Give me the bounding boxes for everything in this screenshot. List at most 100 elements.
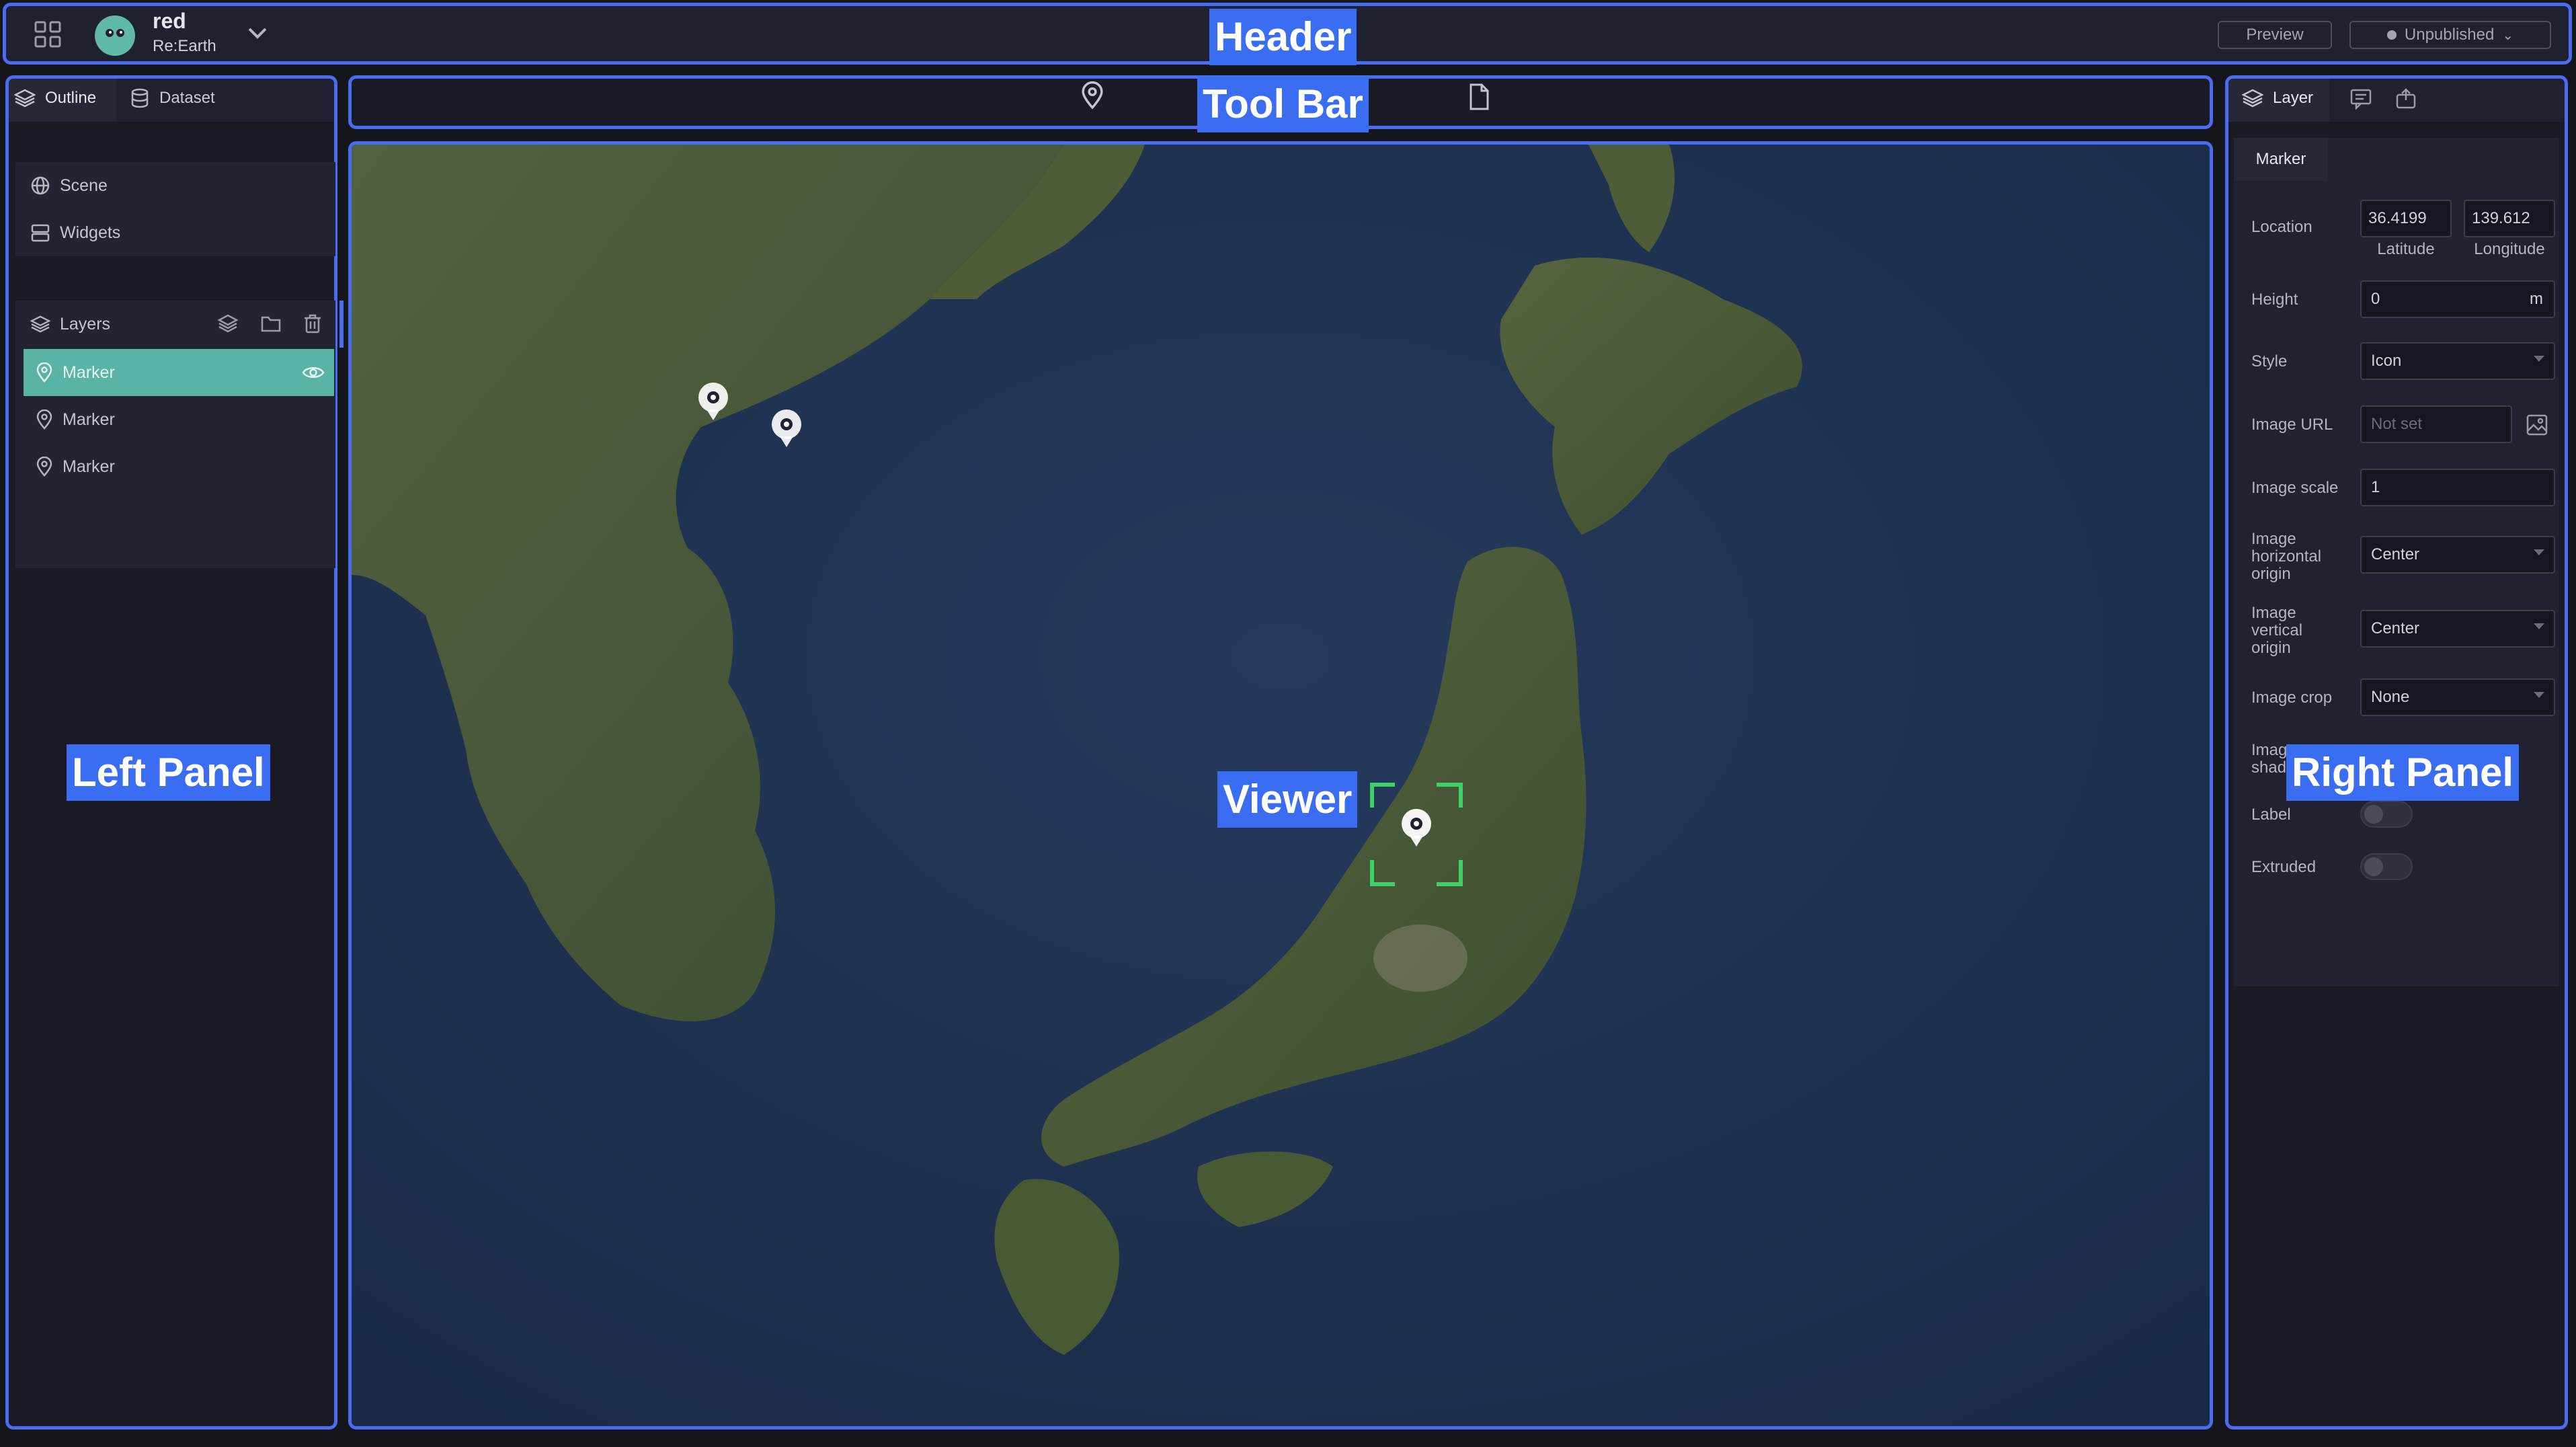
preview-button[interactable]: Preview — [2218, 21, 2332, 49]
map-pin-icon[interactable] — [1080, 81, 1104, 110]
latitude-label: Latitude — [2377, 240, 2435, 258]
outline-item-label: Scene — [60, 175, 108, 195]
globe-icon — [30, 175, 50, 196]
publish-status-button[interactable]: Unpublished ⌄ — [2349, 21, 2551, 49]
height-unit: m — [2530, 290, 2543, 308]
map-pin-icon — [36, 457, 53, 477]
layer-item-label: Marker — [63, 457, 115, 476]
image-crop-select[interactable]: None — [2360, 678, 2555, 716]
widgets-icon — [30, 223, 50, 243]
image-horizontal-origin-label: Image horizontal origin — [2251, 531, 2321, 583]
label-line: Imag — [2251, 741, 2288, 759]
header: red Re:Earth Header Preview Unpublished … — [3, 3, 2572, 65]
tool-bar: Tool Bar — [348, 75, 2213, 132]
left-panel-annotation: Left Panel — [67, 744, 270, 801]
label-line: shad — [2251, 758, 2287, 777]
caret-down-icon — [2534, 356, 2544, 362]
tab-outline-label: Outline — [45, 89, 97, 107]
trash-icon[interactable] — [302, 313, 323, 334]
select-value: Center — [2371, 545, 2420, 563]
urban-area — [1373, 925, 1467, 992]
outline-item-widgets[interactable]: Widgets — [15, 209, 335, 256]
add-folder-icon[interactable] — [260, 313, 282, 334]
app-menu-icon[interactable] — [33, 19, 63, 49]
publish-status-label: Unpublished — [2404, 26, 2495, 44]
layer-item-marker[interactable]: Marker — [24, 443, 334, 490]
image-url-input[interactable]: Not set — [2360, 405, 2512, 443]
extruded-toggle-label: Extruded — [2251, 858, 2317, 876]
project-name: red — [153, 9, 186, 33]
label-line: horizontal — [2251, 547, 2322, 565]
image-shadow-label: Imag shad — [2251, 742, 2287, 777]
eye-icon[interactable] — [302, 364, 325, 381]
chevron-down-icon: ⌄ — [2502, 28, 2514, 43]
style-label: Style — [2251, 352, 2288, 370]
image-crop-label: Image crop — [2251, 689, 2333, 707]
layer-item-label: Marker — [63, 409, 115, 429]
image-horizontal-origin-select[interactable]: Center — [2360, 536, 2555, 574]
caret-down-icon — [2534, 692, 2544, 698]
avatar[interactable] — [93, 14, 136, 57]
tab-dataset-label: Dataset — [159, 89, 215, 107]
latitude-input[interactable]: 36.4199 — [2360, 200, 2452, 237]
layers-icon — [2242, 88, 2263, 108]
label-line: origin — [2251, 639, 2291, 657]
longitude-input[interactable]: 139.612 — [2464, 200, 2555, 237]
label-toggle[interactable] — [2360, 801, 2413, 828]
add-layer-icon[interactable] — [217, 313, 239, 334]
tab-layer-label: Layer — [2273, 89, 2314, 107]
select-value: None — [2371, 688, 2410, 706]
workspace-name: Re:Earth — [153, 37, 216, 55]
layers-icon — [30, 315, 50, 334]
layer-item-marker-selected[interactable]: Marker — [24, 349, 334, 396]
longitude-label: Longitude — [2474, 240, 2545, 258]
layers-header: Layers — [15, 301, 335, 348]
right-panel-annotation: Right Panel — [2286, 744, 2520, 801]
height-value: 0 — [2371, 290, 2380, 308]
label-line: Image — [2251, 530, 2296, 548]
right-panel: Layer Marker Location 36.4199 139.612 La… — [2225, 75, 2568, 1430]
layer-item-label: Marker — [63, 362, 115, 382]
label-line: origin — [2251, 565, 2291, 583]
height-input[interactable]: 0 m — [2360, 280, 2555, 318]
image-url-label: Image URL — [2251, 416, 2333, 434]
map-pin-icon — [36, 409, 53, 430]
image-scale-label: Image scale — [2251, 479, 2339, 497]
viewer-annotation: Viewer — [1217, 771, 1358, 828]
image-vertical-origin-select[interactable]: Center — [2360, 610, 2555, 648]
header-annotation: Header — [1209, 9, 1357, 65]
outline-item-scene[interactable]: Scene — [15, 162, 335, 209]
layers-title: Layers — [60, 314, 111, 334]
caret-down-icon — [2534, 549, 2544, 555]
tool-bar-annotation: Tool Bar — [1197, 76, 1369, 132]
location-label: Location — [2251, 218, 2312, 236]
section-tab-marker[interactable]: Marker — [2234, 138, 2328, 181]
tab-dataset[interactable]: Dataset — [130, 88, 215, 108]
extruded-toggle[interactable] — [2360, 853, 2413, 880]
image-vertical-origin-label: Image vertical origin — [2251, 604, 2302, 657]
style-select[interactable]: Icon — [2360, 342, 2555, 380]
export-icon[interactable] — [2395, 87, 2418, 110]
image-scale-input[interactable]: 1 — [2360, 469, 2555, 506]
style-value: Icon — [2371, 352, 2402, 370]
tab-layer[interactable]: Layer — [2242, 88, 2313, 108]
resize-handle[interactable] — [339, 301, 344, 348]
map-pin-icon — [36, 362, 53, 383]
label-toggle-label: Label — [2251, 806, 2291, 824]
infobox-icon[interactable] — [2349, 88, 2372, 110]
layer-item-marker[interactable]: Marker — [24, 396, 334, 443]
image-picker-icon[interactable] — [2526, 414, 2548, 436]
tab-outline[interactable]: Outline — [14, 88, 96, 108]
chevron-down-icon[interactable] — [245, 24, 270, 44]
layers-icon — [14, 88, 36, 108]
file-icon[interactable] — [1467, 83, 1490, 111]
label-line: vertical — [2251, 621, 2303, 639]
viewer[interactable]: Viewer — [348, 141, 2213, 1430]
left-panel: Outline Dataset Scene Widgets Layers Mar… — [5, 75, 344, 1430]
label-line: Image — [2251, 604, 2296, 622]
status-dot — [2386, 30, 2397, 40]
height-label: Height — [2251, 290, 2298, 309]
database-icon — [130, 88, 150, 108]
outline-item-label: Widgets — [60, 223, 121, 242]
caret-down-icon — [2534, 623, 2544, 629]
